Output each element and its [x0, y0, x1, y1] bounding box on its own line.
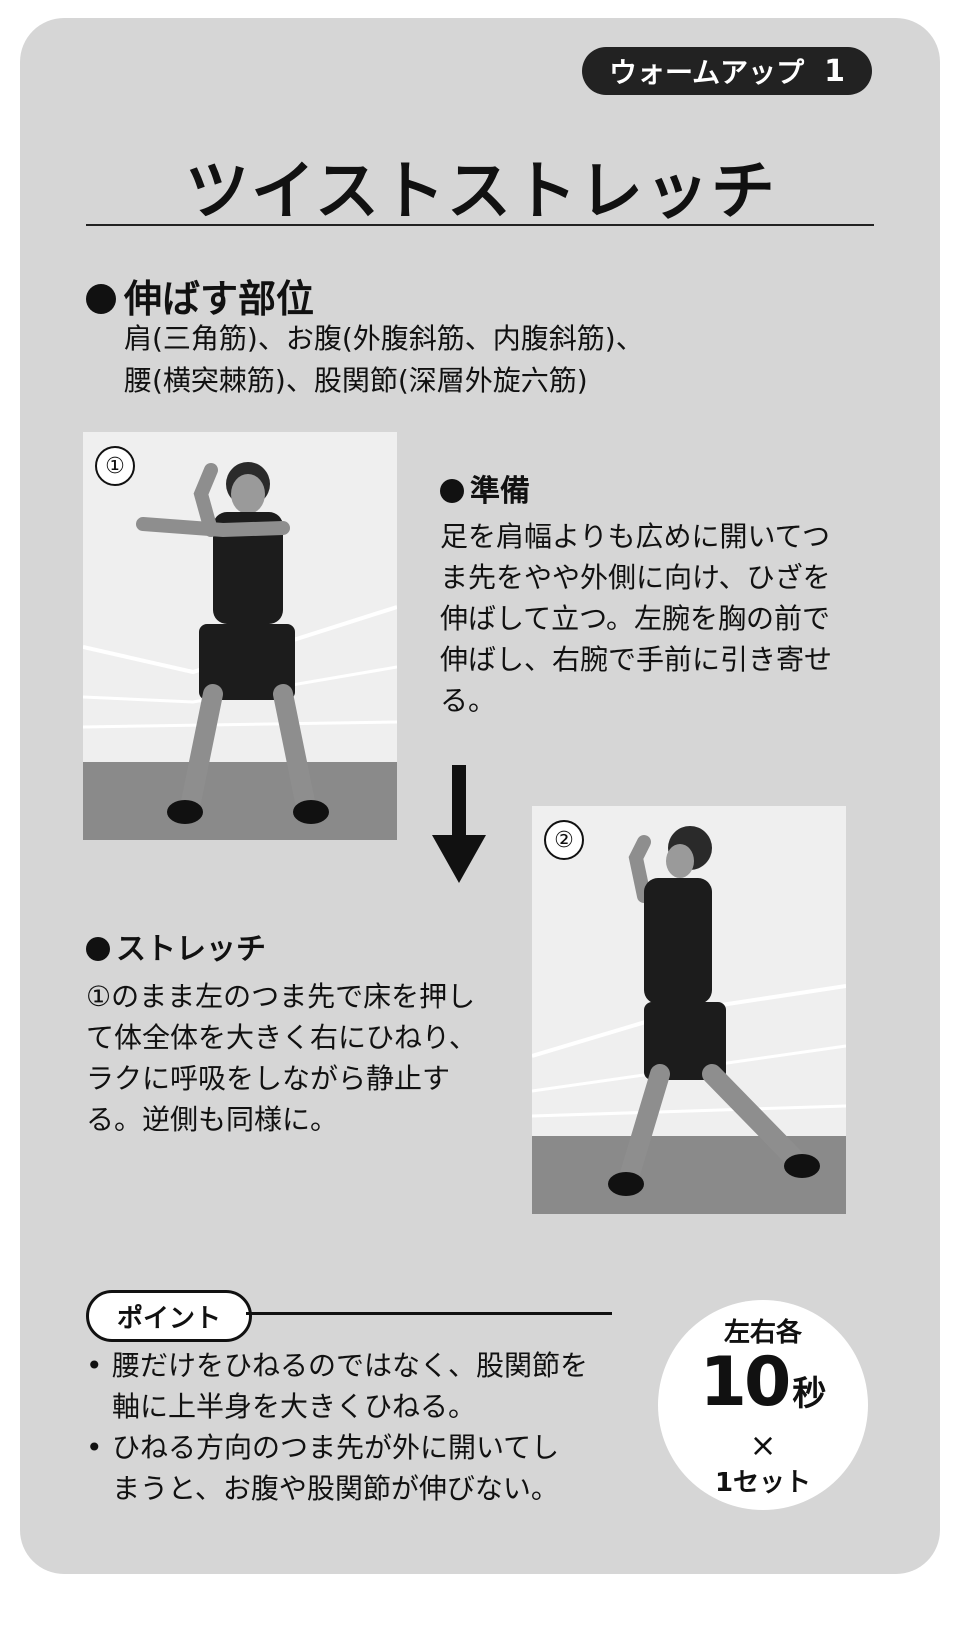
photo-step-2: ② [532, 806, 846, 1214]
target-heading-text: 伸ばす部位 [124, 277, 315, 321]
point-line: 軸に上半身を大きくひねる。 [112, 1390, 477, 1423]
photo-step-1: ① [83, 432, 397, 840]
step-2-badge: ② [544, 820, 584, 860]
section-tag-label: ウォームアップ [608, 56, 805, 89]
bullet-icon [86, 936, 110, 961]
target-muscles: 肩(三角筋)、お腹(外腹斜筋、内腹斜筋)、 腰(横突棘筋)、股関節(深層外旋六筋… [124, 318, 644, 402]
target-heading: 伸ばす部位 [86, 268, 314, 323]
reps-unit: 秒 [792, 1373, 827, 1414]
person-twisting-illustration [532, 806, 846, 1214]
reps-sets: 1セット [714, 1467, 812, 1498]
title-divider [86, 224, 874, 226]
prep-line: る。 [440, 684, 497, 717]
reps-times: × [749, 1425, 777, 1464]
point-divider [246, 1312, 612, 1315]
point-item: 腰だけをひねるのではなく、股関節を 軸に上半身を大きくひねる。 [86, 1345, 626, 1427]
stretch-line: て体全体を大きく右にひねり、 [86, 1021, 477, 1054]
point-list: 腰だけをひねるのではなく、股関節を 軸に上半身を大きくひねる。 ひねる方向のつま… [86, 1345, 626, 1509]
section-tag-number: 1 [824, 53, 846, 89]
stretch-heading: ストレッチ [86, 924, 266, 968]
point-item: ひねる方向のつま先が外に開いてし まうと、お腹や股関節が伸びない。 [86, 1427, 626, 1509]
reps-count: 10 [699, 1342, 792, 1422]
stretch-heading-text: ストレッチ [116, 932, 266, 967]
person-standing-illustration [83, 432, 397, 840]
point-line: ひねる方向のつま先が外に開いてし [112, 1431, 560, 1464]
prep-line: 足を肩幅よりも広めに開いてつ [440, 520, 831, 553]
page-title: ツイストストレッチ [184, 155, 778, 229]
target-line: 腰(横突棘筋)、股関節(深層外旋六筋) [124, 364, 588, 397]
prep-description: 足を肩幅よりも広めに開いてつ ま先をやや外側に向け、ひざを 伸ばして立つ。左腕を… [440, 516, 832, 721]
point-line: まうと、お腹や股関節が伸びない。 [112, 1472, 559, 1505]
stretch-line: ラクに呼吸をしながら静止す [86, 1062, 451, 1095]
point-label: ポイント [86, 1290, 252, 1342]
prep-heading-text: 準備 [470, 474, 530, 509]
stretch-line: ①のまま左のつま先で床を押し [86, 980, 476, 1013]
section-tag: ウォームアップ 1 [582, 47, 872, 95]
stretch-description: ①のまま左のつま先で床を押し て体全体を大きく右にひねり、 ラクに呼吸をしながら… [86, 976, 477, 1140]
arrow-down-icon [432, 765, 486, 883]
prep-line: 伸ばして立つ。左腕を胸の前で [440, 602, 831, 635]
bullet-icon [86, 283, 116, 314]
target-line: 肩(三角筋)、お腹(外腹斜筋、内腹斜筋)、 [124, 322, 644, 355]
reps-count-row: 10 秒 [700, 1348, 827, 1428]
prep-line: ま先をやや外側に向け、ひざを [440, 561, 831, 594]
prep-heading: 準備 [440, 466, 530, 510]
point-line: 腰だけをひねるのではなく、股関節を [112, 1349, 589, 1382]
step-1-badge: ① [95, 446, 135, 486]
reps-badge: 左右各 10 秒 × 1セット [658, 1300, 868, 1510]
stretch-line: る。逆側も同様に。 [86, 1103, 339, 1136]
bullet-icon [440, 478, 464, 503]
prep-line: 伸ばし、右腕で手前に引き寄せ [440, 643, 833, 676]
